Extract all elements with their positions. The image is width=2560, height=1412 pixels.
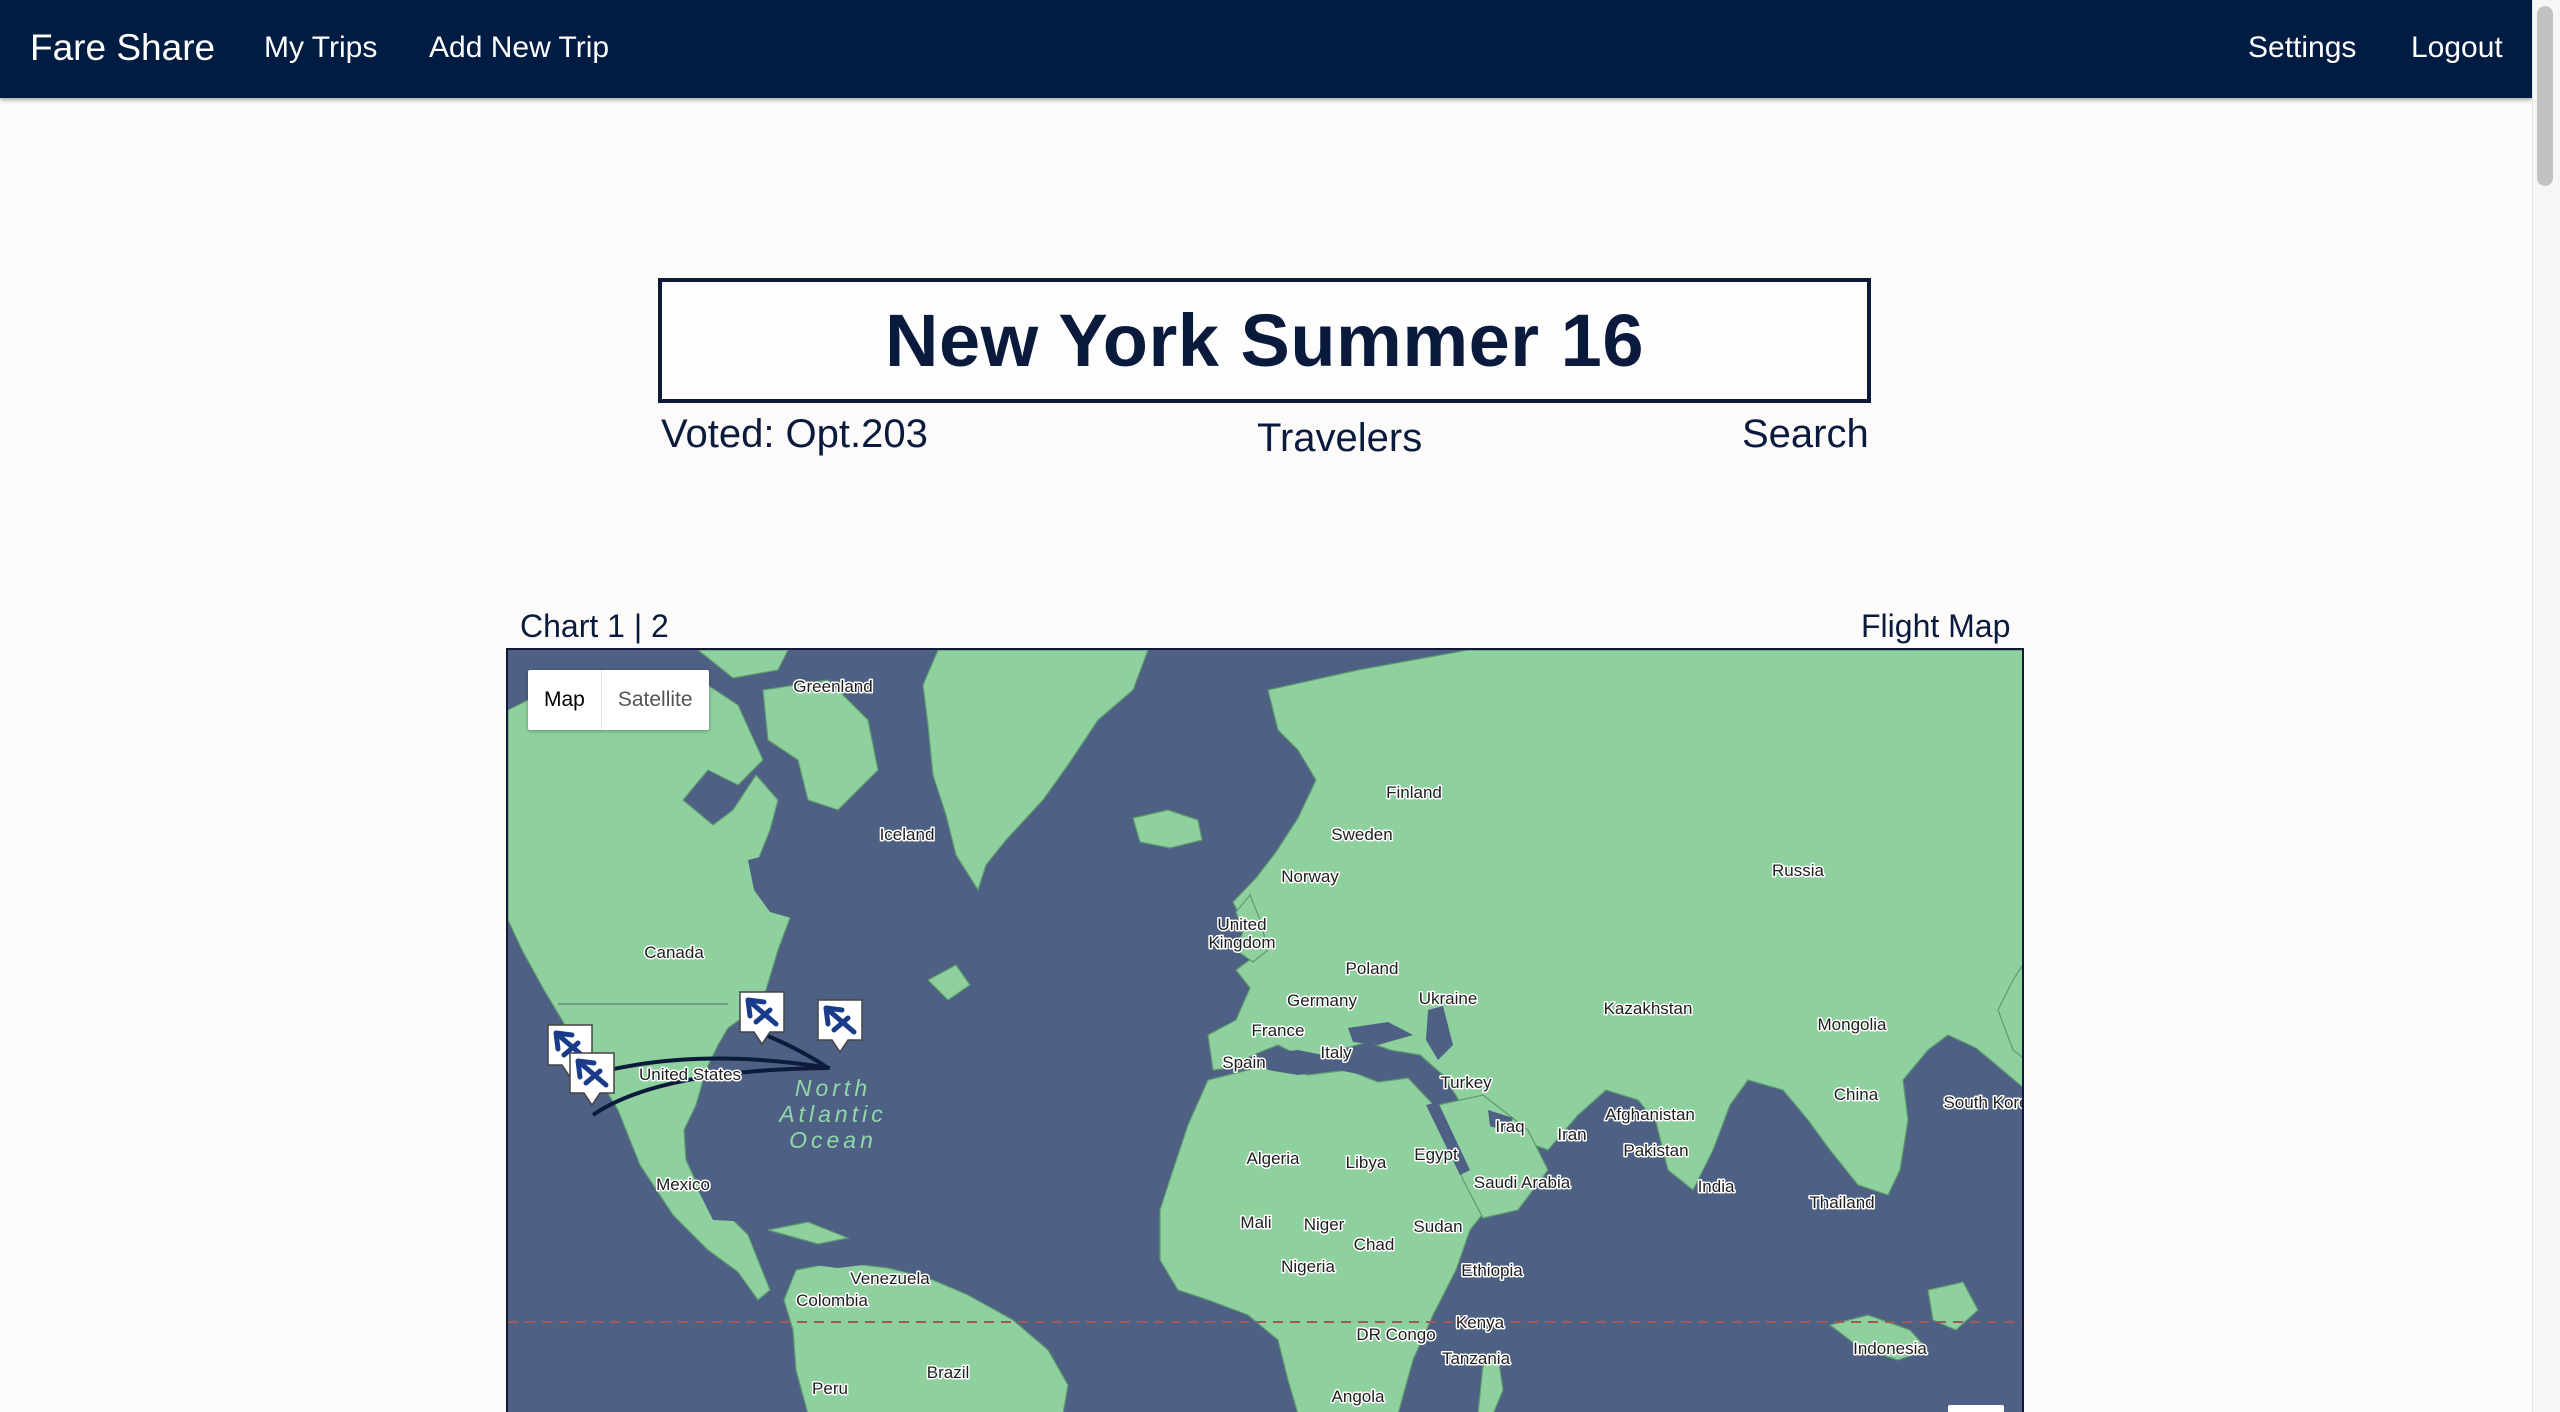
place-label: Colombia [796,1291,868,1310]
map-canvas[interactable]: North Atlantic Ocean Greenland Iceland F… [508,650,2024,1412]
chart-separator: | [633,608,643,644]
nav-my-trips[interactable]: My Trips [264,0,377,98]
place-label: Nigeria [1281,1257,1335,1276]
place-label: Turkey [1440,1073,1492,1092]
ocean-label-line-2: Atlantic [777,1101,886,1127]
place-label: Poland [1346,959,1399,978]
place-label: Indonesia [1853,1339,1927,1358]
place-label: Libya [1346,1153,1387,1172]
place-label: Brazil [927,1363,970,1382]
page-scrollbar[interactable] [2532,0,2560,1412]
voted-option: Voted: Opt.203 [661,412,928,456]
place-label: Algeria [1247,1149,1300,1168]
place-label: Peru [812,1379,848,1398]
nav-add-new-trip[interactable]: Add New Trip [429,0,609,98]
place-label: Tanzania [1442,1349,1511,1368]
place-label: China [1834,1085,1879,1104]
page-scrollbar-thumb[interactable] [2537,6,2553,186]
place-label: South Kore [1943,1093,2024,1112]
map-type-control: Map Satellite [528,670,709,730]
trip-title-box: New York Summer 16 [658,278,1871,403]
place-label: Ethiopia [1461,1261,1523,1280]
flight-map-title: Flight Map [1861,608,2011,644]
place-label: Canada [644,943,704,962]
place-label: DR Congo [1356,1325,1435,1344]
place-label: Chad [1354,1235,1395,1254]
place-label: Niger [1304,1215,1345,1234]
top-navbar: Fare Share My Trips Add New Trip Setting… [0,0,2532,98]
ocean-label-line-3: Ocean [789,1127,877,1153]
place-label: Angola [1332,1387,1385,1406]
map-type-satellite-button[interactable]: Satellite [600,670,709,730]
place-label: Egypt [1414,1145,1458,1164]
place-label: Italy [1320,1043,1352,1062]
nav-settings[interactable]: Settings [2248,0,2356,98]
travelers-link[interactable]: Travelers [1257,416,1422,461]
flight-map[interactable]: North Atlantic Ocean Greenland Iceland F… [506,648,2024,1412]
place-label: Spain [1222,1053,1265,1072]
chart-selector-label: Chart [520,608,599,644]
place-label: Sudan [1413,1217,1462,1236]
place-label: France [1252,1021,1305,1040]
place-label: Thailand [1809,1193,1874,1212]
place-label: India [1698,1177,1735,1196]
place-label: Sweden [1331,825,1392,844]
place-label: Iraq [1495,1117,1524,1136]
place-label: United [1217,915,1266,934]
place-label: Iceland [880,825,935,844]
place-label: Finland [1386,783,1442,802]
place-label: Mexico [656,1175,710,1194]
place-label: Germany [1287,991,1357,1010]
map-zoom-control[interactable] [1948,1405,2004,1412]
place-label: Afghanistan [1605,1105,1695,1124]
place-label: Kenya [1456,1313,1505,1332]
chart-option-1[interactable]: 1 [607,608,625,644]
place-label: Greenland [793,677,872,696]
place-label: Kazakhstan [1604,999,1693,1018]
place-label: Iran [1557,1125,1586,1144]
ocean-label-line-1: North [795,1075,871,1101]
chart-selector: Chart 1 | 2 [520,608,669,645]
place-label: Pakistan [1623,1141,1688,1160]
place-label: Mali [1240,1213,1271,1232]
nav-logout[interactable]: Logout [2411,0,2503,98]
map-type-map-button[interactable]: Map [528,670,601,730]
place-label: Ukraine [1419,989,1478,1008]
chart-option-2[interactable]: 2 [651,608,669,644]
place-label: Kingdom [1208,933,1275,952]
place-label: Saudi Arabia [1474,1173,1571,1192]
brand-logo[interactable]: Fare Share [30,0,215,98]
place-label: Mongolia [1818,1015,1888,1034]
place-label: Norway [1281,867,1339,886]
place-label: Venezuela [850,1269,930,1288]
search-link[interactable]: Search [1742,412,1869,457]
trip-title: New York Summer 16 [885,299,1644,382]
place-label: Russia [1772,861,1825,880]
place-label: United States [639,1065,741,1084]
